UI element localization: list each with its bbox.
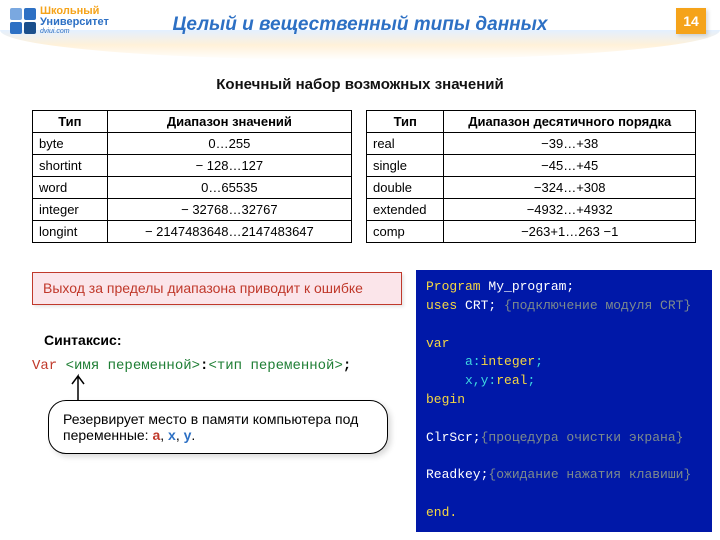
tables-row: Тип Диапазон значений byte0…255 shortint… [32, 110, 700, 243]
th-range: Диапазон значений [107, 111, 351, 133]
table-row: double−324…+308 [367, 177, 696, 199]
th-type: Тип [367, 111, 444, 133]
table-row: word0…65535 [33, 177, 352, 199]
syntax-var-kw: Var [32, 358, 66, 374]
table-row: byte0…255 [33, 133, 352, 155]
table-row: longint− 2147483648…2147483647 [33, 221, 352, 243]
callout-text: Резервирует место в памяти компьютера по… [63, 411, 358, 443]
th-range: Диапазон десятичного порядка [444, 111, 696, 133]
page-number-badge: 14 [676, 8, 706, 34]
table-row: real−39…+38 [367, 133, 696, 155]
table-row: integer− 32768…32767 [33, 199, 352, 221]
table-row: comp−263+1…263 −1 [367, 221, 696, 243]
syntax-label: Синтаксис: [44, 332, 121, 348]
th-type: Тип [33, 111, 108, 133]
table-row: single−45…+45 [367, 155, 696, 177]
warning-box: Выход за пределы диапазона приводит к ош… [32, 272, 402, 305]
syntax-type-ph: <тип переменной> [208, 358, 342, 374]
callout-var-x: х [168, 427, 176, 443]
integer-types-table: Тип Диапазон значений byte0…255 shortint… [32, 110, 352, 243]
real-types-table: Тип Диапазон десятичного порядка real−39… [366, 110, 696, 243]
table-row: shortint− 128…127 [33, 155, 352, 177]
page-title: Целый и вещественный типы данных [0, 14, 720, 36]
callout-box: Резервирует место в памяти компьютера по… [48, 400, 388, 454]
table-row: extended−4932…+4932 [367, 199, 696, 221]
subtitle: Конечный набор возможных значений [0, 76, 720, 93]
code-panel: Program My_program; uses CRT; {подключен… [416, 270, 712, 532]
syntax-semi: ; [343, 358, 351, 374]
